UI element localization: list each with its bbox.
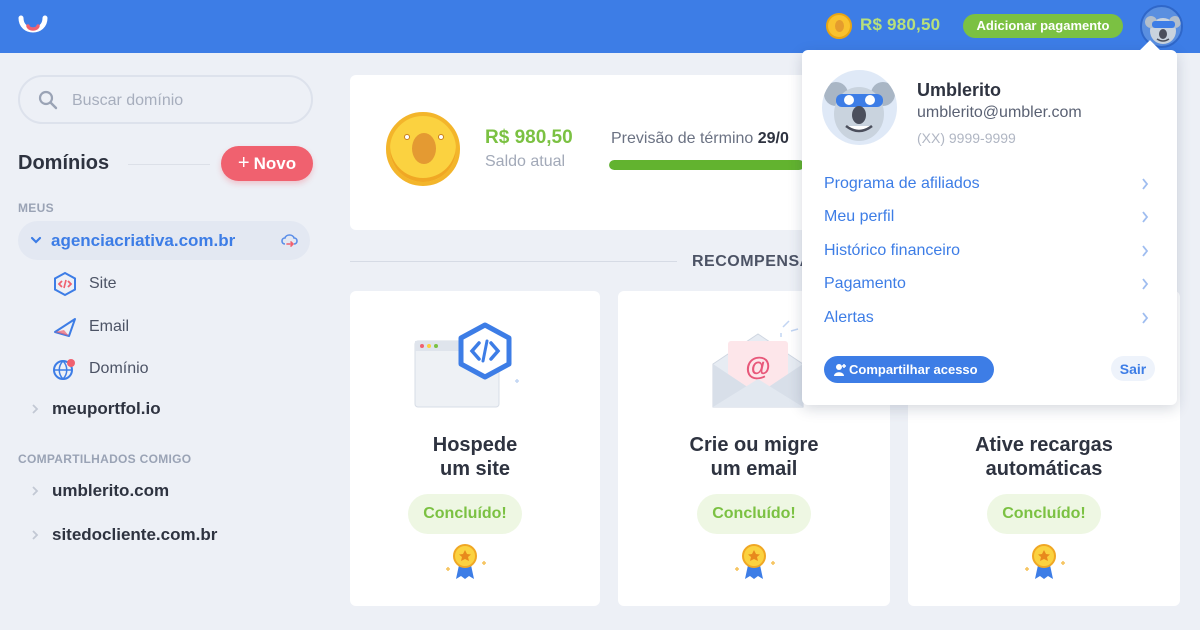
medal-icon xyxy=(446,544,486,579)
status-badge: Concluído! xyxy=(987,494,1101,534)
share-access-button[interactable]: Compartilhar acesso xyxy=(824,356,994,383)
new-domain-button[interactable]: + Novo xyxy=(221,146,313,181)
medal-icon xyxy=(735,544,775,579)
menu-item-label: Histórico financeiro xyxy=(824,242,961,259)
coin-icon xyxy=(386,112,460,186)
code-hexagon-icon xyxy=(54,271,76,297)
umbler-logo[interactable] xyxy=(16,10,50,42)
user-avatar[interactable] xyxy=(1140,5,1183,48)
reward-title: Hospede um site xyxy=(432,434,518,480)
divider xyxy=(350,261,677,262)
balance-amount: R$ 980,50 xyxy=(485,127,573,148)
share-access-label: Compartilhar acesso xyxy=(849,362,978,377)
top-bar: R$ 980,50 Adicionar pagamento xyxy=(0,0,1200,53)
paper-plane-icon xyxy=(54,318,76,337)
menu-item-payment[interactable]: Pagamento xyxy=(824,273,1149,295)
search-icon xyxy=(38,90,58,110)
new-domain-label: Novo xyxy=(253,154,297,173)
sub-item-label: Email xyxy=(89,318,130,335)
menu-item-label: Programa de afiliados xyxy=(824,175,980,192)
sub-item-label: Site xyxy=(89,275,117,292)
globe-pin-icon xyxy=(53,359,75,381)
domains-heading: Domínios xyxy=(18,152,110,174)
email-envelope-icon: @ xyxy=(712,320,804,408)
chevron-right-icon xyxy=(1142,278,1149,290)
forecast-text: Previsão de término 29/0 xyxy=(611,130,789,148)
menu-item-label: Meu perfil xyxy=(824,208,895,225)
menu-item-label: Pagamento xyxy=(824,275,906,292)
chevron-right-icon xyxy=(1142,178,1149,190)
status-badge: Concluído! xyxy=(408,494,522,534)
chevron-right-icon xyxy=(32,486,39,496)
reward-card: Hospede um site Concluído! xyxy=(350,291,600,606)
balance-label: Saldo atual xyxy=(485,153,566,170)
status-badge: Concluído! xyxy=(697,494,811,534)
svg-text:@: @ xyxy=(745,351,770,381)
rewards-heading: RECOMPENSA xyxy=(692,253,812,270)
user-name: Umblerito xyxy=(917,80,1002,100)
section-label-mine: MEUS xyxy=(18,201,54,215)
logout-button[interactable]: Sair xyxy=(1111,356,1155,381)
search-box xyxy=(18,75,313,124)
medal-icon xyxy=(1025,544,1065,579)
domain-item-active[interactable]: agenciacriativa.com.br xyxy=(18,221,310,260)
user-email: umblerito@umbler.com xyxy=(917,104,1082,121)
topbar-balance: R$ 980,50 xyxy=(860,15,941,34)
chevron-right-icon xyxy=(32,404,39,414)
forecast-prefix: Previsão de término xyxy=(611,130,754,147)
section-label-shared: COMPARTILHADOS COMIGO xyxy=(18,452,192,466)
code-window-icon xyxy=(414,322,519,408)
add-user-icon xyxy=(834,364,846,376)
sub-item-label: Domínio xyxy=(89,360,149,377)
menu-item-profile[interactable]: Meu perfil xyxy=(824,206,1149,228)
menu-item-label: Alertas xyxy=(824,309,874,326)
search-input[interactable] xyxy=(72,90,292,112)
balance-card: R$ 980,50 Saldo atual Previsão de términ… xyxy=(350,75,810,230)
user-phone: (XX) 9999-9999 xyxy=(917,130,1016,146)
domain-name: sitedocliente.com.br xyxy=(52,525,218,544)
chevron-right-icon xyxy=(32,530,39,540)
reward-title: Ative recargas automáticas xyxy=(975,434,1113,480)
forecast-date: 29/0 xyxy=(757,130,789,147)
koala-avatar-icon xyxy=(824,82,895,141)
domain-name: umblerito.com xyxy=(52,481,170,500)
cloud-sync-icon[interactable] xyxy=(280,231,300,251)
progress-fill xyxy=(609,160,804,170)
menu-item-alerts[interactable]: Alertas xyxy=(824,307,1149,329)
user-avatar-large xyxy=(822,70,897,145)
domain-name: meuportfol.io xyxy=(52,399,161,418)
user-menu-dropdown: Umblerito umblerito@umbler.com (XX) 9999… xyxy=(802,50,1177,405)
balance-progress-bar xyxy=(609,160,810,170)
menu-item-financial-history[interactable]: Histórico financeiro xyxy=(824,240,1149,262)
chevron-down-icon xyxy=(30,236,42,244)
divider xyxy=(128,164,210,165)
domain-name: agenciacriativa.com.br xyxy=(51,231,236,250)
plus-icon: + xyxy=(237,152,250,174)
menu-item-affiliates[interactable]: Programa de afiliados xyxy=(824,173,1149,195)
chevron-right-icon xyxy=(1142,245,1149,257)
coin-icon xyxy=(826,13,852,39)
chevron-right-icon xyxy=(1142,312,1149,324)
reward-title: Crie ou migre um email xyxy=(689,434,819,480)
add-payment-button[interactable]: Adicionar pagamento xyxy=(963,14,1123,38)
chevron-right-icon xyxy=(1142,211,1149,223)
